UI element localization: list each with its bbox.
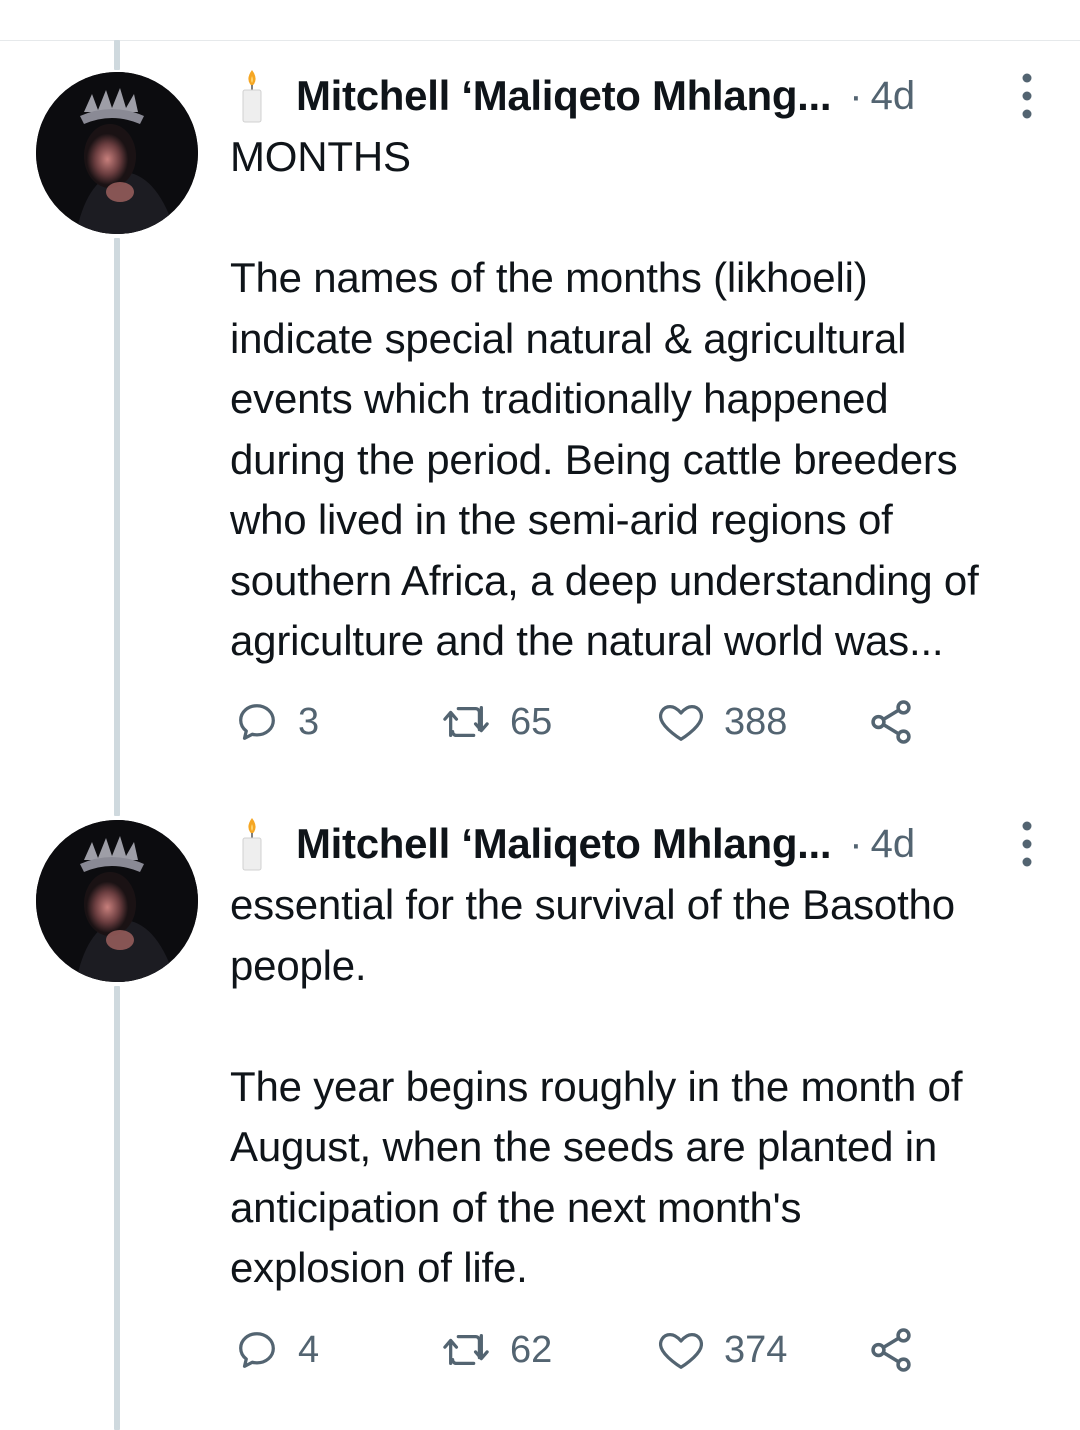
retweet-button[interactable]: 65 <box>440 692 552 752</box>
reply-icon <box>239 1332 275 1368</box>
share-icon <box>871 700 911 744</box>
retweet-icon <box>443 705 489 738</box>
like-button[interactable]: 388 <box>656 692 787 752</box>
reply-button[interactable]: 3 <box>234 692 319 752</box>
reply-count: 4 <box>298 1328 320 1371</box>
avatar[interactable] <box>36 820 198 982</box>
retweet-count: 65 <box>510 700 553 743</box>
reply-count: 3 <box>298 700 320 743</box>
heart-icon <box>659 1333 703 1369</box>
more-icon[interactable] <box>1020 66 1034 126</box>
share-button[interactable] <box>866 1320 916 1380</box>
tweet[interactable]: Mitchell ‘Maliqeto Mhlang... · 4d essent… <box>0 780 1080 1430</box>
tweet-text: MONTHS The names of the months (likhoeli… <box>230 133 979 664</box>
share-button[interactable] <box>866 692 916 752</box>
tweet-actions: 4 62 374 <box>230 1320 930 1380</box>
reply-button[interactable]: 4 <box>234 1320 319 1380</box>
separator-dot: · <box>849 821 863 866</box>
tweet[interactable]: Mitchell ‘Maliqeto Mhlang... · 4d MONTHS… <box>0 0 1080 780</box>
author-name[interactable]: Mitchell ‘Maliqeto Mhlang... <box>296 72 832 120</box>
timestamp[interactable]: 4d <box>871 822 916 867</box>
more-icon[interactable] <box>1020 814 1034 874</box>
tweet-header: Mitchell ‘Maliqeto Mhlang... · 4d <box>230 814 1050 874</box>
tweet-header: Mitchell ‘Maliqeto Mhlang... · 4d <box>230 66 1050 126</box>
like-count: 374 <box>724 1328 788 1371</box>
reply-icon <box>239 704 275 740</box>
candle-icon <box>242 818 262 871</box>
author-name[interactable]: Mitchell ‘Maliqeto Mhlang... <box>296 820 832 868</box>
like-button[interactable]: 374 <box>656 1320 787 1380</box>
candle-icon <box>242 70 262 123</box>
tweet-actions: 3 65 388 <box>230 692 930 752</box>
heart-icon <box>659 705 703 741</box>
retweet-icon <box>443 1333 489 1366</box>
retweet-button[interactable]: 62 <box>440 1320 552 1380</box>
avatar[interactable] <box>36 72 198 234</box>
tweet-text: essential for the survival of the Basoth… <box>230 881 963 1291</box>
retweet-count: 62 <box>510 1328 553 1371</box>
timestamp[interactable]: 4d <box>871 74 916 119</box>
share-icon <box>871 1328 911 1372</box>
separator-dot: · <box>849 73 863 118</box>
like-count: 388 <box>724 700 788 743</box>
